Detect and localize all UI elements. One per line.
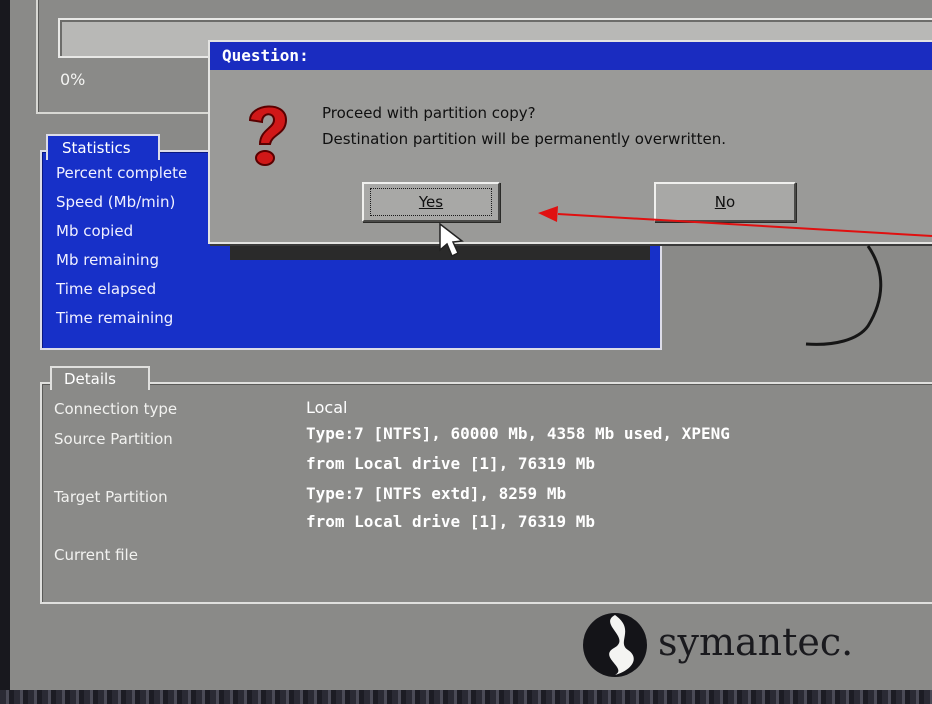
current-file-label: Current file xyxy=(54,546,138,564)
no-button[interactable]: No xyxy=(654,182,796,222)
question-dialog: Question: Proceed with partition copy? D… xyxy=(208,40,932,244)
symantec-wordmark: symantec. xyxy=(658,620,854,664)
question-mark-icon xyxy=(248,105,288,166)
ghost-screen: 0% Statistics Percent complete Speed (Mb… xyxy=(10,0,932,690)
yes-button-label: Yes xyxy=(370,188,492,216)
stat-mb-remaining: Mb remaining xyxy=(56,251,159,269)
yes-button[interactable]: Yes xyxy=(362,182,500,222)
monitor-bezel-bottom xyxy=(0,690,932,704)
target-partition-line2: from Local drive [1], 76319 Mb xyxy=(306,512,595,531)
source-partition-line2: from Local drive [1], 76319 Mb xyxy=(306,454,595,473)
statistics-tab: Statistics xyxy=(46,134,160,160)
dialog-title-bar[interactable]: Question: xyxy=(210,42,932,70)
target-partition-label: Target Partition xyxy=(54,488,168,506)
connection-type-label: Connection type xyxy=(54,400,178,418)
source-partition-line1: Type:7 [NTFS], 60000 Mb, 4358 Mb used, X… xyxy=(306,424,730,443)
no-button-label: o xyxy=(726,193,736,211)
stat-time-remaining: Time remaining xyxy=(56,309,174,327)
stat-mb-copied: Mb copied xyxy=(56,222,134,240)
stat-percent-complete: Percent complete xyxy=(56,164,188,182)
dialog-message-line2: Destination partition will be permanentl… xyxy=(322,130,727,148)
no-button-mnemonic: N xyxy=(714,193,727,211)
source-partition-label: Source Partition xyxy=(54,430,173,448)
symantec-logo: symantec. xyxy=(580,610,900,680)
symantec-logo-icon xyxy=(583,613,647,677)
monitor-bezel-left xyxy=(0,0,10,704)
dialog-message-line1: Proceed with partition copy? xyxy=(322,104,536,122)
connection-type-value: Local xyxy=(306,398,348,417)
progress-percent: 0% xyxy=(60,70,86,89)
details-tab: Details xyxy=(50,366,150,390)
stat-time-elapsed: Time elapsed xyxy=(56,280,157,298)
stat-speed: Speed (Mb/min) xyxy=(56,193,176,211)
target-partition-line1: Type:7 [NTFS extd], 8259 Mb xyxy=(306,484,567,503)
